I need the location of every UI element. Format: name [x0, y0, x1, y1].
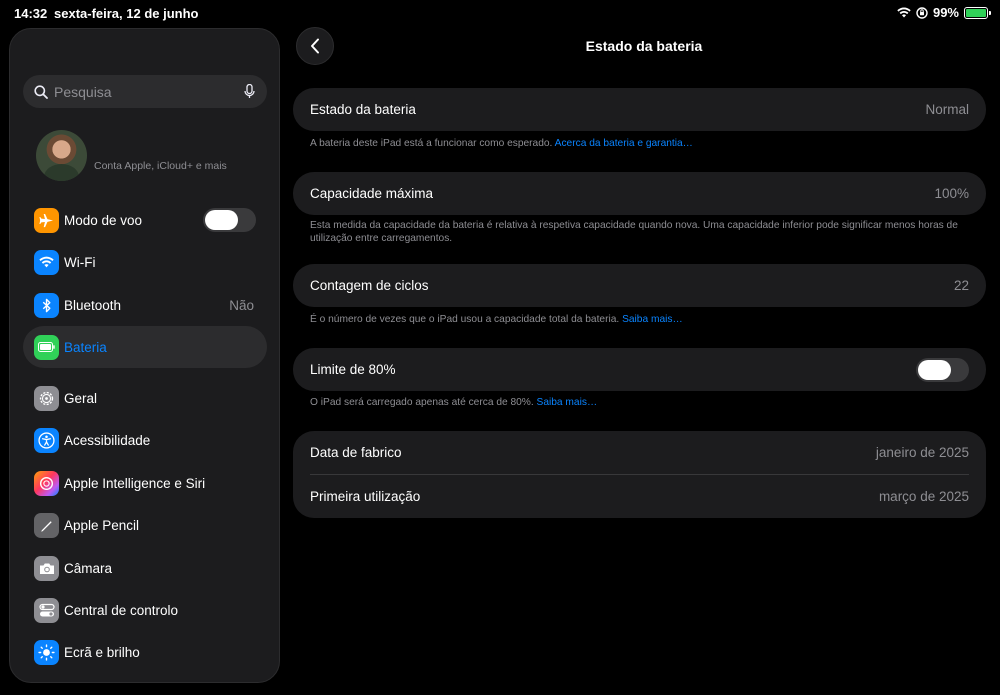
sidebar-item-label: Apple Intelligence e Siri	[64, 475, 206, 491]
page-title: Estado da bateria	[585, 38, 703, 54]
status-date: sexta-feira, 12 de junho	[54, 6, 199, 21]
battery-state-note: A bateria deste iPad está a funcionar co…	[310, 138, 970, 151]
cycles-group: Contagem de ciclos 22	[293, 264, 986, 307]
wifi-icon	[897, 7, 911, 18]
orientation-lock-icon	[916, 6, 928, 19]
charge-limit-toggle[interactable]	[916, 357, 969, 382]
sun-icon	[34, 639, 59, 665]
status-bar: 14:32 sexta-feira, 12 de junho 99%	[0, 0, 1000, 26]
chevron-left-icon	[311, 38, 319, 54]
note-text: É o número de vezes que o iPad usou a ca…	[310, 314, 620, 325]
sidebar-item-label: Geral	[64, 390, 98, 406]
battery-percent: 99%	[932, 5, 959, 20]
manufacture-date-row: Data de fabrico janeiro de 2025	[293, 431, 986, 474]
row-label: Estado da bateria	[310, 102, 416, 117]
row-label: Capacidade máxima	[310, 186, 434, 201]
battery-state-value: Normal	[925, 102, 969, 117]
camera-icon	[34, 555, 59, 581]
pencil-icon	[34, 512, 59, 538]
gear-icon	[34, 385, 59, 411]
row-label: Data de fabrico	[310, 445, 402, 460]
sidebar-item-label: Apple Pencil	[64, 517, 140, 533]
cycle-count-value: 22	[953, 278, 969, 293]
sidebar-item-label: Acessibilidade	[64, 432, 151, 448]
sidebar-item-battery[interactable]: Bateria	[23, 326, 267, 368]
account-subtitle: Conta Apple, iCloud+ e mais	[94, 160, 227, 172]
sidebar-item-apple-intelligence[interactable]: Apple Intelligence e Siri	[23, 462, 267, 504]
charge-limit-row: Limite de 80%	[293, 348, 986, 391]
sidebar-item-label: Ecrã e brilho	[64, 644, 140, 660]
sidebar-item-label: Wi-Fi	[64, 254, 96, 270]
wifi-icon	[34, 249, 59, 275]
dates-group: Data de fabrico janeiro de 2025 Primeira…	[293, 431, 986, 518]
accessibility-icon	[34, 427, 59, 453]
apple-account[interactable]: Conta Apple, iCloud+ e mais	[36, 130, 266, 182]
limit-note: O iPad será carregado apenas até cerca d…	[310, 397, 970, 410]
first-use-row: Primeira utilização março de 2025	[293, 475, 986, 518]
note-text: O iPad será carregado apenas até cerca d…	[310, 397, 534, 408]
battery-level-icon	[964, 6, 991, 19]
airplane-mode-toggle[interactable]	[203, 208, 256, 232]
first-use-value: março de 2025	[878, 489, 969, 504]
sidebar-item-display-brightness[interactable]: Ecrã e brilho	[23, 631, 267, 673]
sidebar-item-label: Modo de voo	[64, 212, 143, 228]
limit-learn-more-link[interactable]: Saiba mais…	[537, 397, 598, 408]
cycle-count-row: Contagem de ciclos 22	[293, 264, 986, 307]
sidebar-item-apple-pencil[interactable]: Apple Pencil	[23, 504, 267, 546]
capacity-note: Esta medida da capacidade da bateria é r…	[310, 220, 958, 244]
search-icon	[34, 84, 48, 99]
search-placeholder: Pesquisa	[54, 83, 112, 100]
airplane-icon	[34, 207, 59, 233]
max-capacity-row: Capacidade máxima 100%	[293, 172, 986, 215]
row-label: Primeira utilização	[310, 489, 421, 504]
sidebar-item-general[interactable]: Geral	[23, 377, 267, 419]
cycles-learn-more-link[interactable]: Saiba mais…	[622, 314, 683, 325]
avatar	[36, 130, 87, 181]
sidebar-item-airplane-mode[interactable]: Modo de voo	[23, 199, 267, 241]
cycles-note: É o número de vezes que o iPad usou a ca…	[310, 314, 970, 327]
row-label: Contagem de ciclos	[310, 278, 429, 293]
siri-icon	[34, 470, 59, 496]
note-text: A bateria deste iPad está a funcionar co…	[310, 138, 553, 149]
sidebar-item-camera[interactable]: Câmara	[23, 547, 267, 589]
sidebar-item-label: Bluetooth	[64, 297, 122, 313]
sidebar-item-label: Central de controlo	[64, 602, 179, 618]
status-time: 14:32	[14, 6, 48, 21]
sidebar-item-accessibility[interactable]: Acessibilidade	[23, 419, 267, 461]
bluetooth-icon	[34, 292, 59, 318]
microphone-icon[interactable]	[244, 84, 255, 99]
limit-group: Limite de 80%	[293, 348, 986, 391]
battery-state-group: Estado da bateria Normal	[293, 88, 986, 131]
max-capacity-value: 100%	[934, 186, 969, 201]
status-indicators: 99%	[897, 5, 991, 20]
capacity-group: Capacidade máxima 100%	[293, 172, 986, 215]
back-button[interactable]	[296, 27, 334, 65]
battery-state-row: Estado da bateria Normal	[293, 88, 986, 131]
sidebar-item-wifi[interactable]: Wi-Fi	[23, 241, 267, 283]
battery-icon	[34, 334, 59, 360]
search-field[interactable]: Pesquisa	[23, 75, 267, 108]
sidebar-item-bluetooth[interactable]: Bluetooth Não	[23, 284, 267, 326]
sidebar-item-control-center[interactable]: Central de controlo	[23, 589, 267, 631]
row-label: Limite de 80%	[310, 362, 396, 377]
bluetooth-status: Não	[229, 297, 254, 313]
battery-warranty-link[interactable]: Acerca da bateria e garantia…	[555, 138, 693, 149]
sidebar-item-label: Câmara	[64, 560, 113, 576]
manufacture-date-value: janeiro de 2025	[875, 445, 969, 460]
sidebar-item-label: Bateria	[64, 339, 107, 355]
switches-icon	[34, 597, 59, 623]
sidebar: Pesquisa Conta Apple, iCloud+ e mais Mod…	[9, 28, 280, 683]
